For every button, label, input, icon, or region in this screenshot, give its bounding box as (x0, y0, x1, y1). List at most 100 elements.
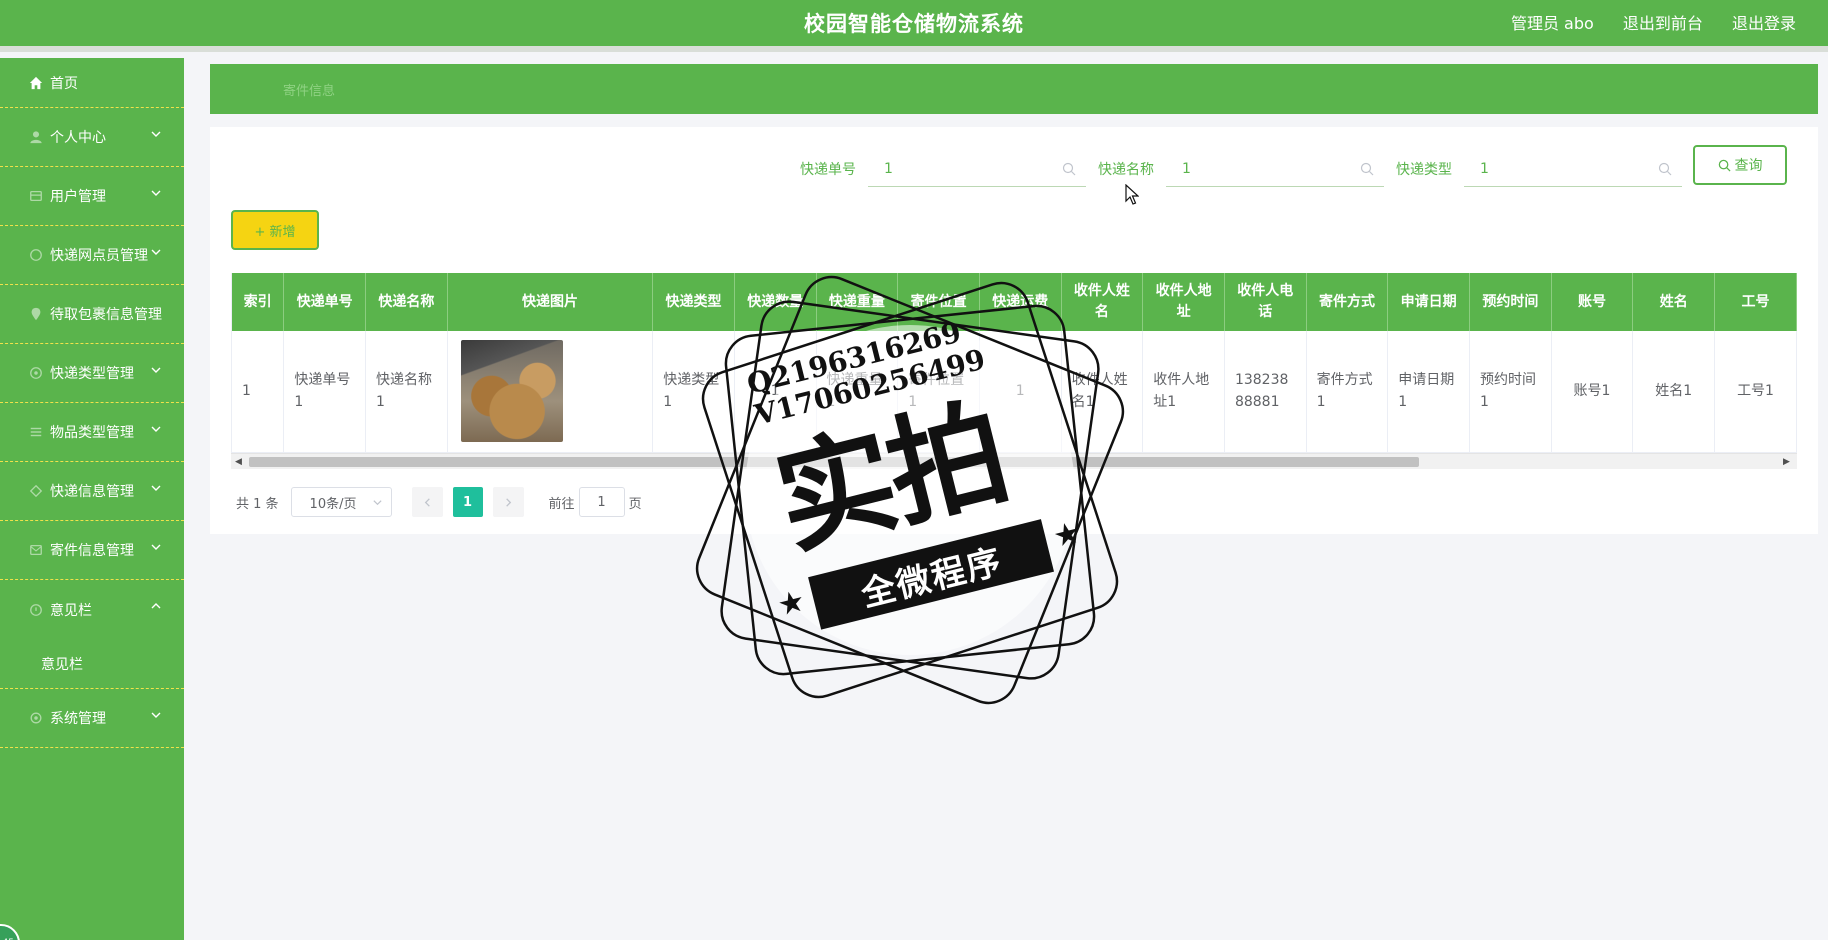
column-header: 收件人姓名 (1061, 273, 1144, 331)
express-icon (28, 484, 43, 499)
column-header: 快递单号 (283, 273, 367, 331)
sidebar-item-label: 意见栏 (50, 602, 92, 619)
goto-label: 前往 (548, 496, 575, 512)
column-header: 账号 (1551, 273, 1634, 331)
breadcrumb: 寄件信息 (210, 64, 1818, 114)
exit-to-frontend-link[interactable]: 退出到前台 (1623, 14, 1703, 33)
express-name-input[interactable] (1182, 160, 1342, 177)
column-header: 快递数量 (734, 273, 817, 331)
sidebar-item-label: 待取包裹信息管理 (50, 307, 162, 323)
cell-express-name: 快递名称1 (365, 331, 448, 453)
cell-fee: 1 (979, 331, 1062, 453)
top-header: 校园智能仓储物流系统 管理员 abo 退出到前台 退出登录 (0, 0, 1828, 52)
add-button[interactable]: + 新增 (231, 210, 319, 250)
express-no-input[interactable] (884, 160, 1044, 177)
sidebar-item-goods-type[interactable]: 物品类型管理 (0, 403, 184, 462)
sidebar-item-send-info[interactable]: 寄件信息管理 (0, 521, 184, 580)
horizontal-scrollbar[interactable]: ◀ ▶ (231, 453, 1797, 469)
scroll-right-arrow-icon[interactable]: ▶ (1783, 457, 1793, 467)
cell-account: 账号1 (1551, 331, 1634, 453)
users-icon (28, 189, 43, 204)
sidebar-item-label: 用户管理 (50, 189, 106, 205)
column-header: 快递运费 (979, 273, 1062, 331)
chevron-down-icon (150, 246, 162, 258)
sidebar-item-label: 物品类型管理 (50, 425, 134, 441)
cell-recipient-phone: 13823888881 (1224, 331, 1307, 453)
home-icon (28, 75, 43, 90)
query-button-label: 查询 (1734, 158, 1763, 174)
column-header: 快递类型 (652, 273, 735, 331)
sidebar-item-pending-packages[interactable]: 待取包裹信息管理 (0, 285, 184, 344)
column-header: 收件人地址 (1142, 273, 1225, 331)
top-links: 管理员 abo 退出到前台 退出登录 (1487, 10, 1796, 34)
search-icon (1360, 162, 1374, 176)
submenu-item-feedback[interactable]: 意见栏 (0, 639, 184, 689)
logout-link[interactable]: 退出登录 (1732, 14, 1796, 33)
sidebar-item-personal-center[interactable]: 个人中心 (0, 108, 184, 167)
settings-icon (28, 711, 43, 726)
page-suffix: 页 (628, 496, 642, 512)
scroll-left-arrow-icon[interactable]: ◀ (235, 457, 245, 467)
column-header: 寄件位置 (897, 273, 980, 331)
chevron-down-icon (150, 541, 162, 553)
data-table: 索引 快递单号 快递名称 快递图片 快递类型 快递数量 快递重量 寄件位置 快递… (231, 273, 1797, 465)
cell-index: 1 (232, 331, 285, 453)
chevron-down-icon (150, 482, 162, 494)
cell-apply-date: 申请日期1 (1387, 331, 1470, 453)
column-header: 寄件方式 (1306, 273, 1389, 331)
express-no-field[interactable] (868, 151, 1086, 187)
column-header: 快递重量 (816, 273, 899, 331)
sidebar-item-express-type[interactable]: 快递类型管理 (0, 344, 184, 403)
sidebar-item-courier-staff[interactable]: 快递网点员管理 (0, 226, 184, 285)
prev-page-button[interactable] (411, 487, 443, 517)
chevron-down-icon (150, 128, 162, 140)
sidebar-item-label: 系统管理 (50, 711, 106, 727)
send-icon (28, 543, 43, 558)
goto-page-input[interactable] (578, 487, 625, 517)
cell-recipient-name: 收件人姓名1 (1061, 331, 1144, 453)
cell-quantity: 1 (734, 331, 817, 453)
column-header: 申请日期 (1387, 273, 1470, 331)
column-header: 索引 (232, 273, 285, 331)
sidebar-item-user-management[interactable]: 用户管理 (0, 167, 184, 226)
chevron-down-icon (150, 423, 162, 435)
sidebar-item-system-settings[interactable]: 系统管理 (0, 689, 184, 748)
next-page-button[interactable] (492, 487, 524, 517)
sidebar-item-express-info[interactable]: 快递信息管理 (0, 462, 184, 521)
package-photo[interactable] (460, 340, 563, 443)
breadcrumb-current: 寄件信息 (283, 84, 336, 99)
chevron-down-icon (372, 497, 383, 508)
sidebar-item-home[interactable]: 首页 (0, 58, 184, 108)
admin-label: 管理员 abo (1510, 14, 1594, 33)
sidebar-item-label: 首页 (50, 75, 78, 92)
page-size-select[interactable]: 10条/页 (290, 487, 392, 517)
search-label: 快递类型 (1396, 162, 1452, 178)
pagination-total: 共 1 条 (236, 496, 279, 512)
page-size-value: 10条/页 (309, 496, 357, 512)
cell-name: 姓名1 (1632, 331, 1716, 453)
main-panel: 快递单号 快递名称 快递类型 查询 + 新增 (210, 127, 1818, 534)
chevron-down-icon (150, 709, 162, 721)
column-header: 快递图片 (447, 273, 654, 331)
column-header: 预约时间 (1469, 273, 1552, 331)
goods-icon (28, 425, 43, 440)
chevron-left-icon (424, 497, 430, 507)
floating-badge[interactable]: 45 (0, 924, 20, 940)
type-icon (28, 366, 43, 381)
scrollbar-thumb[interactable] (249, 457, 1419, 467)
express-name-field[interactable] (1166, 151, 1384, 187)
sidebar-item-feedback[interactable]: 意见栏 (0, 580, 184, 639)
cell-weight: 快递重量1 (816, 331, 899, 453)
table-row[interactable]: 1 快递单号1 快递名称1 快递类型1 1 快递重量1 寄件位置1 1 收件人姓… (232, 331, 1797, 453)
column-header: 收件人电话 (1224, 273, 1307, 331)
search-express-name: 快递名称 (1098, 151, 1384, 187)
watermark-ribbon: 全微程序 (808, 519, 1055, 630)
express-type-input[interactable] (1480, 160, 1640, 177)
page-number-current[interactable]: 1 (452, 487, 483, 517)
chevron-right-icon (505, 497, 511, 507)
query-button[interactable]: 查询 (1693, 145, 1787, 185)
cell-express-no: 快递单号1 (283, 331, 367, 453)
table-header-row: 索引 快递单号 快递名称 快递图片 快递类型 快递数量 快递重量 寄件位置 快递… (232, 273, 1797, 331)
express-type-field[interactable] (1464, 151, 1682, 187)
sidebar-item-label: 快递网点员管理 (50, 248, 148, 264)
